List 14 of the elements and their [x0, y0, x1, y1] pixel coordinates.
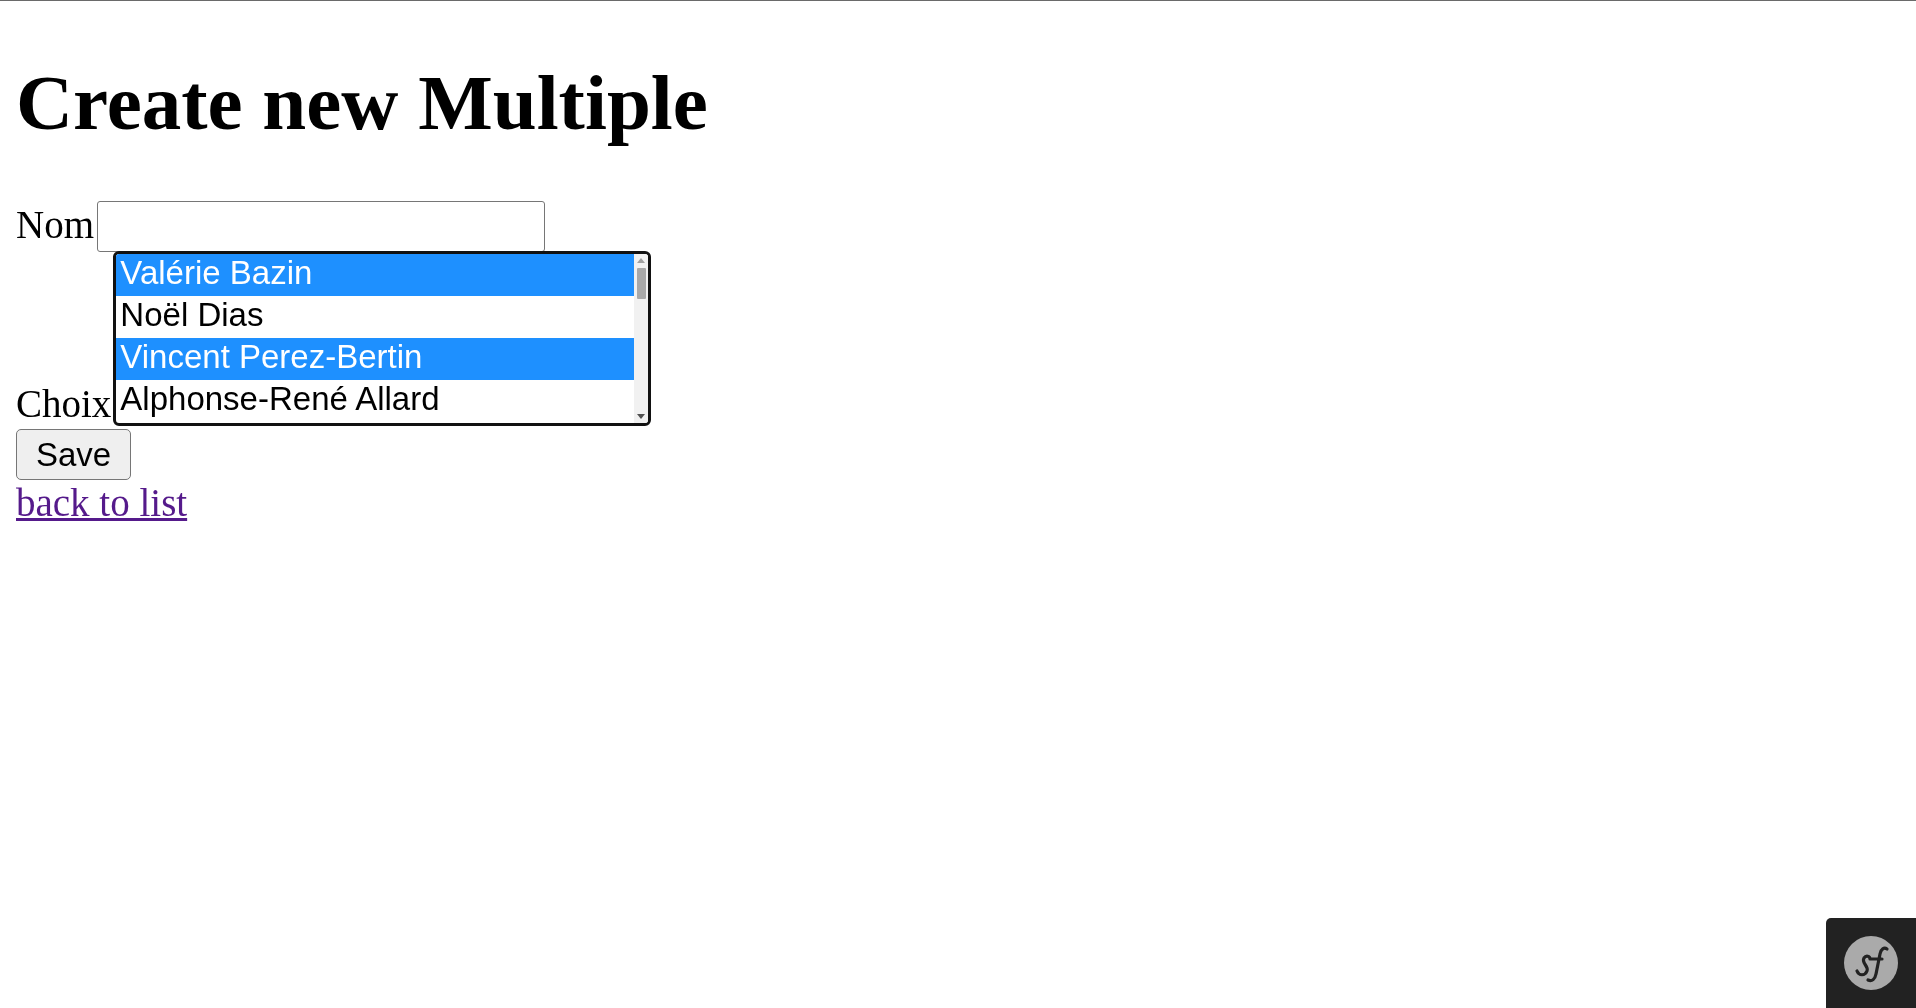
field-label: Choix: [16, 381, 112, 426]
list-option[interactable]: Noël Dias: [116, 296, 635, 338]
scrollbar-track[interactable]: [634, 254, 649, 423]
scrollbar-thumb[interactable]: [636, 268, 646, 299]
save-button[interactable]: Save: [16, 429, 131, 480]
back-link[interactable]: back to list: [16, 481, 188, 524]
list-option[interactable]: Alphonse-René Allard: [116, 380, 635, 422]
text-field[interactable]: [97, 201, 545, 252]
page-heading: Create new Multiple: [16, 58, 708, 148]
field-label: Nom: [16, 202, 94, 247]
debug-toolbar-button[interactable]: [1826, 918, 1916, 1008]
logo-icon: [1844, 936, 1898, 990]
multi-select-list[interactable]: Valérie Bazin Noël Dias Vincent Perez-Bertin Alphonse-René Allard: [113, 251, 652, 426]
scroll-down-icon[interactable]: [637, 414, 646, 419]
